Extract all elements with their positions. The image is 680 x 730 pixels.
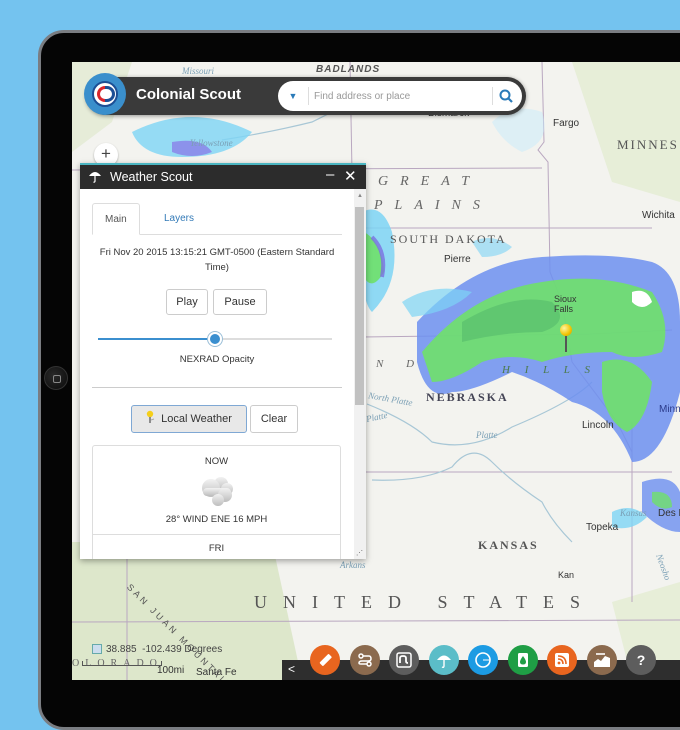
stumbleupon-icon <box>396 652 412 668</box>
opacity-slider[interactable] <box>98 332 332 346</box>
circle-icon <box>475 652 491 668</box>
dock-collapse-button[interactable]: < <box>288 662 295 676</box>
forecast-period-fri: FRI <box>208 543 225 554</box>
map-label-lincoln: Lincoln <box>582 420 614 431</box>
map-label-arkansas: Arkans <box>340 560 366 570</box>
play-button[interactable]: Play <box>166 289 208 315</box>
tab-bar: Main Layers <box>92 203 342 235</box>
minimize-button[interactable]: – <box>326 166 334 183</box>
panel-header[interactable]: Weather Scout – ✕ <box>80 163 366 189</box>
app-screen: Missouri BADLANDS Bismarck Fargo MINNES … <box>72 62 680 680</box>
pause-button[interactable]: Pause <box>213 289 267 315</box>
map-label-minneapolis: Wichita <box>642 210 675 221</box>
search-box: ▼ <box>278 81 522 111</box>
umbrella-icon <box>89 172 101 183</box>
app-header: Colonial Scout ▼ <box>84 73 526 115</box>
map-label-south-dakota: SOUTH DAKOTA <box>390 232 507 246</box>
scale-bar <box>82 661 162 666</box>
map-label-wichita: Kan <box>558 570 575 580</box>
map-label-kansas-river: Kansas <box>620 508 647 518</box>
scroll-up-arrow[interactable]: ▲ <box>357 193 363 199</box>
map-label-minnesota: MINNES <box>617 137 679 152</box>
elevation-profile-tool-button[interactable] <box>586 645 617 675</box>
map-label-plains: PLAINS <box>374 198 492 213</box>
profile-icon <box>593 653 610 667</box>
forecast-divider <box>93 534 340 535</box>
map-label-badlands: BADLANDS <box>316 64 381 75</box>
cloudy-icon <box>202 477 233 506</box>
local-weather-button[interactable]: Local Weather <box>131 405 247 433</box>
stumbleupon-tool-button[interactable] <box>389 645 419 675</box>
local-weather-pin[interactable] <box>560 324 572 352</box>
map-label-missouri: Missouri <box>182 66 215 76</box>
map-label-topeka: Topeka <box>586 522 619 533</box>
map-label-platte: Platte <box>476 430 498 440</box>
panel-body: Main Layers Fri Nov 20 2015 13:15:21 GMT… <box>80 189 354 559</box>
resize-handle[interactable]: ⋰ <box>356 549 363 557</box>
section-divider <box>92 387 342 388</box>
weather-tool-button[interactable] <box>428 645 459 675</box>
rss-tool-button[interactable] <box>547 645 577 675</box>
forecast-conditions-now: 28° WIND ENE 16 MPH <box>165 514 268 525</box>
slider-fill <box>98 338 215 340</box>
map-label-fargo: Fargo <box>553 118 580 129</box>
help-tool-button[interactable]: ? <box>626 645 656 675</box>
slider-handle[interactable] <box>208 332 222 346</box>
tab-main[interactable]: Main <box>92 203 140 235</box>
search-icon <box>499 89 513 103</box>
local-weather-label: Local Weather <box>161 413 232 425</box>
map-label-kansas-city: Des Moin <box>658 508 680 519</box>
measure-tool-button[interactable] <box>310 645 340 675</box>
map-label-sand: N D <box>376 358 425 370</box>
app-logo <box>84 73 126 115</box>
forecast-card: NOW 28° WIND ENE 16 MPH FRI <box>92 445 341 559</box>
ruler-icon <box>319 654 332 666</box>
pin-icon <box>146 410 155 423</box>
search-divider <box>492 87 493 105</box>
map-label-great: GREAT <box>378 174 482 189</box>
oil-barrel-icon <box>517 653 528 667</box>
map-label-pierre: Pierre <box>444 254 471 265</box>
map-label-des-moines: Minnea <box>659 404 680 415</box>
map-coordinates-icon[interactable] <box>92 644 102 655</box>
weather-scout-panel: Weather Scout – ✕ Main Layers Fri Nov 20… <box>80 163 366 559</box>
search-button[interactable] <box>496 86 516 106</box>
umbrella-icon <box>436 655 451 669</box>
svg-text:?: ? <box>637 652 646 668</box>
rss-icon <box>555 653 569 667</box>
help-icon: ? <box>637 652 646 668</box>
search-source-dropdown[interactable]: ▼ <box>286 89 300 103</box>
app-title: Colonial Scout <box>136 86 241 103</box>
map-label-kansas: KANSAS <box>478 538 539 552</box>
radar-timestamp: Fri Nov 20 2015 13:15:21 GMT-0500 (Easte… <box>99 247 335 273</box>
route-icon <box>357 653 372 667</box>
map-label-yellowstone: Yellowstone <box>190 138 233 148</box>
map-label-santa-fe: Santa Fe <box>196 667 237 678</box>
oil-tool-button[interactable] <box>507 645 538 675</box>
panel-title: Weather Scout <box>110 170 193 184</box>
map-label-united-states: UNITED STATES <box>254 592 597 612</box>
close-button[interactable]: ✕ <box>344 167 357 185</box>
scale-label: 100mi <box>157 665 185 676</box>
home-button <box>44 366 68 390</box>
map-label-hills: H I L L S <box>502 364 596 376</box>
forecast-period-now: NOW <box>204 456 229 467</box>
panel-scrollbar[interactable]: ▲ <box>354 189 366 559</box>
map-label-sioux-falls: Sioux Falls <box>554 294 577 314</box>
scrollbar-thumb[interactable] <box>355 207 364 405</box>
directions-tool-button[interactable] <box>349 645 380 675</box>
latitude-value: 38.885 <box>106 644 137 655</box>
map-label-nebraska: NEBRASKA <box>426 390 509 404</box>
longitude-value: -102.439 <box>142 644 182 655</box>
coordinate-unit: Degrees <box>184 644 223 655</box>
opacity-label: NEXRAD Opacity <box>179 354 255 365</box>
search-divider <box>308 87 309 105</box>
tab-layers[interactable]: Layers <box>152 203 206 235</box>
search-input[interactable] <box>314 86 492 106</box>
clear-button[interactable]: Clear <box>250 405 298 433</box>
draw-tool-button[interactable] <box>468 645 498 675</box>
coordinate-readout: 38.885 -102.439 Degrees <box>92 644 222 655</box>
